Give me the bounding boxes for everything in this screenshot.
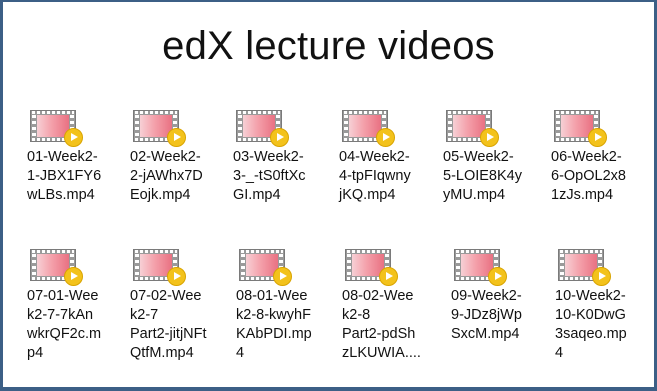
video-file-item[interactable]: 03-Week2- 3-_-tS0ftXc GI.mp4 bbox=[233, 110, 333, 205]
file-name: 09-Week2- 9-JDz8jWp SxcM.mp4 bbox=[451, 288, 522, 342]
play-badge-icon bbox=[588, 128, 607, 147]
file-name: 10-Week2- 10-K0DwG 3saqeo.mp 4 bbox=[555, 288, 627, 361]
file-name: 08-01-Wee k2-8-kwyhF KAbPDI.mp 4 bbox=[236, 288, 312, 361]
file-name: 07-01-Wee k2-7-7kAn wkrQF2c.m p4 bbox=[27, 288, 102, 361]
play-badge-icon bbox=[167, 128, 186, 147]
file-name: 05-Week2- 5-LOIE8K4y yMU.mp4 bbox=[443, 149, 522, 203]
video-file-icon bbox=[558, 249, 612, 286]
play-badge-icon bbox=[64, 128, 83, 147]
play-badge-icon bbox=[480, 128, 499, 147]
video-file-icon bbox=[554, 110, 608, 147]
slide-frame: edX lecture videos 01-Week2- 1-JBX1FY6 w… bbox=[0, 0, 657, 391]
file-name: 01-Week2- 1-JBX1FY6 wLBs.mp4 bbox=[27, 149, 102, 203]
video-file-icon bbox=[446, 110, 500, 147]
play-badge-icon bbox=[488, 267, 507, 286]
video-file-icon bbox=[342, 110, 396, 147]
video-file-item[interactable]: 07-02-Wee k2-7 Part2-jitjNFt QtfM.mp4 bbox=[130, 249, 230, 363]
file-name: 02-Week2- 2-jAWhx7D Eojk.mp4 bbox=[130, 149, 203, 203]
video-file-item[interactable]: 01-Week2- 1-JBX1FY6 wLBs.mp4 bbox=[27, 110, 127, 205]
video-file-item[interactable]: 09-Week2- 9-JDz8jWp SxcM.mp4 bbox=[451, 249, 551, 344]
video-file-item[interactable]: 02-Week2- 2-jAWhx7D Eojk.mp4 bbox=[130, 110, 230, 205]
video-file-icon bbox=[454, 249, 508, 286]
video-file-item[interactable]: 08-02-Wee k2-8 Part2-pdSh zLKUWIA.... bbox=[342, 249, 442, 363]
play-badge-icon bbox=[273, 267, 292, 286]
video-file-item[interactable]: 04-Week2- 4-tpFIqwny jKQ.mp4 bbox=[339, 110, 439, 205]
video-file-icon bbox=[133, 249, 187, 286]
video-file-item[interactable]: 10-Week2- 10-K0DwG 3saqeo.mp 4 bbox=[555, 249, 655, 363]
video-file-icon bbox=[236, 110, 290, 147]
video-file-item[interactable]: 08-01-Wee k2-8-kwyhF KAbPDI.mp 4 bbox=[236, 249, 336, 363]
play-badge-icon bbox=[167, 267, 186, 286]
video-file-item[interactable]: 05-Week2- 5-LOIE8K4y yMU.mp4 bbox=[443, 110, 543, 205]
file-name: 07-02-Wee k2-7 Part2-jitjNFt QtfM.mp4 bbox=[130, 288, 207, 361]
play-badge-icon bbox=[592, 267, 611, 286]
video-file-icon bbox=[345, 249, 399, 286]
play-badge-icon bbox=[64, 267, 83, 286]
video-file-item[interactable]: 06-Week2- 6-OpOL2x8 1zJs.mp4 bbox=[551, 110, 651, 205]
play-badge-icon bbox=[376, 128, 395, 147]
file-name: 06-Week2- 6-OpOL2x8 1zJs.mp4 bbox=[551, 149, 626, 203]
file-name: 04-Week2- 4-tpFIqwny jKQ.mp4 bbox=[339, 149, 411, 203]
video-file-icon bbox=[30, 110, 84, 147]
play-badge-icon bbox=[270, 128, 289, 147]
file-name: 03-Week2- 3-_-tS0ftXc GI.mp4 bbox=[233, 149, 306, 203]
video-file-icon bbox=[30, 249, 84, 286]
file-name: 08-02-Wee k2-8 Part2-pdSh zLKUWIA.... bbox=[342, 288, 421, 361]
video-file-item[interactable]: 07-01-Wee k2-7-7kAn wkrQF2c.m p4 bbox=[27, 249, 127, 363]
file-grid: 01-Week2- 1-JBX1FY6 wLBs.mp4 02-Week2- 2… bbox=[3, 2, 654, 387]
video-file-icon bbox=[239, 249, 293, 286]
play-badge-icon bbox=[379, 267, 398, 286]
video-file-icon bbox=[133, 110, 187, 147]
